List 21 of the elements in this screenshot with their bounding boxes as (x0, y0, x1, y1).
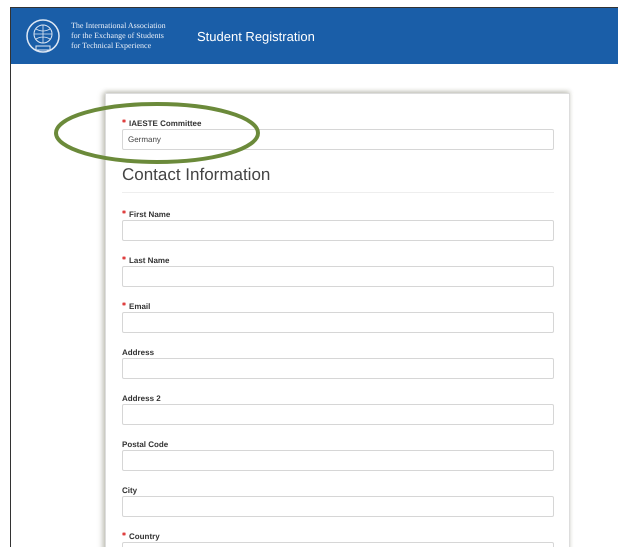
field-label: IAESTE Committee (122, 118, 554, 129)
field-label: Email (122, 301, 554, 312)
input-field[interactable] (122, 358, 554, 379)
page-title: Student Registration (197, 28, 315, 44)
input-field[interactable] (122, 220, 554, 241)
field-label: Address (122, 347, 156, 358)
input-field[interactable] (122, 312, 554, 333)
input-field[interactable] (122, 496, 554, 517)
field-label: Country (122, 531, 554, 542)
input-field[interactable]: Germany (122, 129, 554, 150)
input-field[interactable] (122, 404, 554, 425)
globe-emblem-icon (25, 18, 61, 54)
section-heading: Contact Information (122, 164, 272, 186)
input-field[interactable] (122, 266, 554, 287)
field-label: City (122, 485, 138, 496)
organization-name: The International Association for the Exchange of Students for Technical Experience (71, 21, 167, 51)
input-field[interactable] (122, 450, 554, 471)
field-label: Last Name (122, 255, 554, 266)
field-label: Address 2 (122, 393, 162, 404)
field-label: Postal Code (122, 439, 170, 450)
field-label: First Name (122, 209, 554, 220)
